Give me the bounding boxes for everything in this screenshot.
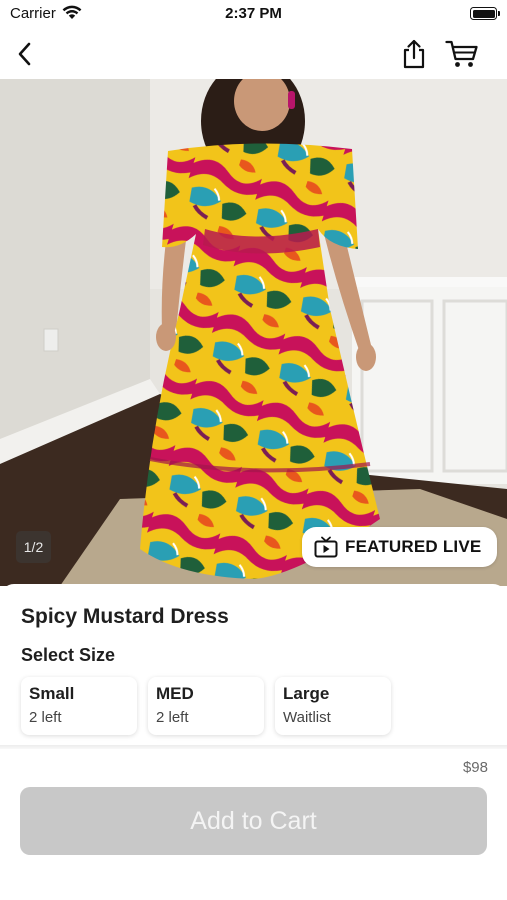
clock: 2:37 PM xyxy=(225,5,282,22)
size-stock: 2 left xyxy=(156,709,189,726)
share-icon xyxy=(403,39,425,69)
share-button[interactable] xyxy=(394,34,434,74)
battery-icon xyxy=(470,7,500,20)
cart-icon xyxy=(445,40,478,67)
product-image[interactable] xyxy=(0,79,507,586)
image-page-indicator: 1/2 xyxy=(16,531,51,563)
product-title: Spicy Mustard Dress xyxy=(21,605,229,628)
section-divider xyxy=(0,745,507,749)
status-bar: Carrier 2:37 PM xyxy=(0,0,507,28)
size-name: MED xyxy=(156,684,194,703)
size-stock: 2 left xyxy=(29,709,62,726)
size-option-large[interactable]: Large Waitlist xyxy=(275,677,391,735)
chevron-left-icon xyxy=(18,42,31,66)
back-button[interactable] xyxy=(4,34,44,74)
size-option-med[interactable]: MED 2 left xyxy=(148,677,264,735)
select-size-heading: Select Size xyxy=(21,645,116,665)
tv-play-icon xyxy=(314,536,338,558)
size-name: Small xyxy=(29,684,75,703)
featured-live-label: FEATURED LIVE xyxy=(345,537,482,556)
add-to-cart-button[interactable]: Add to Cart xyxy=(20,787,487,855)
featured-live-badge[interactable]: FEATURED LIVE xyxy=(302,527,497,567)
nav-bar xyxy=(0,28,507,78)
size-name: Large xyxy=(283,684,330,703)
size-option-small[interactable]: Small 2 left xyxy=(21,677,137,735)
size-stock: Waitlist xyxy=(283,709,331,726)
cart-button[interactable] xyxy=(442,34,482,74)
price-label: $98 xyxy=(462,759,488,776)
